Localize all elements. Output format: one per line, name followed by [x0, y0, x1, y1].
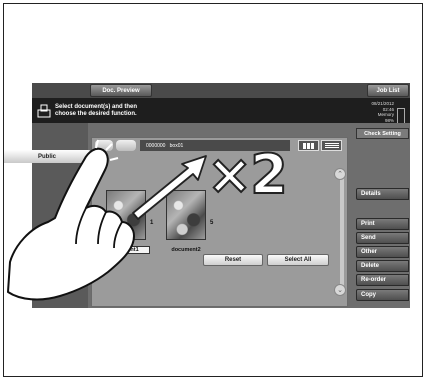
- folder-chip-icon[interactable]: [95, 140, 113, 151]
- status-readout: 08/21/2012 02:46 Memory 98%: [371, 101, 394, 123]
- instruction-line-2: choose the desired function.: [55, 111, 137, 117]
- reset-button[interactable]: Reset: [203, 254, 263, 266]
- scroll-down-icon[interactable]: ⌄: [334, 284, 346, 296]
- thumbnail-view-button[interactable]: [298, 140, 319, 151]
- reorder-button[interactable]: Re-order: [356, 274, 409, 286]
- details-button[interactable]: Details: [356, 188, 409, 200]
- page-count: 5: [210, 220, 214, 226]
- document-thumbnail[interactable]: [106, 190, 146, 240]
- folder-chip-icon[interactable]: [116, 140, 136, 151]
- select-all-button[interactable]: Select All: [267, 254, 329, 266]
- other-button[interactable]: Other: [356, 246, 409, 258]
- path-box: box01: [169, 142, 184, 149]
- print-button[interactable]: Print: [356, 218, 409, 230]
- status-date: 08/21/2012: [371, 101, 394, 106]
- top-bar: Doc. Preview Job List: [32, 83, 410, 98]
- delete-button[interactable]: Delete: [356, 260, 409, 272]
- message-bar: Select document(s) and then choose the d…: [32, 98, 410, 124]
- send-button[interactable]: Send: [356, 232, 409, 244]
- toner-meter-icon: [397, 108, 405, 124]
- grid-view-icon: [303, 143, 315, 149]
- check-setting-button[interactable]: Check Setting: [356, 128, 409, 139]
- instruction-line-1: Select document(s) and then: [55, 104, 138, 110]
- page-count: 1: [150, 220, 154, 226]
- list-view-icon: [325, 143, 339, 149]
- document-label[interactable]: document1: [98, 246, 150, 254]
- doc-preview-tab[interactable]: Doc. Preview: [90, 84, 152, 97]
- job-list-tab[interactable]: Job List: [367, 84, 409, 97]
- list-view-button[interactable]: [321, 140, 342, 151]
- copy-button[interactable]: Copy: [356, 289, 409, 301]
- path-prefix: 0000000: [146, 142, 166, 149]
- instruction-text: Select document(s) and then choose the d…: [55, 104, 137, 118]
- document-label[interactable]: document2: [160, 246, 212, 254]
- public-tab[interactable]: Public: [4, 150, 92, 163]
- document-icon: [37, 104, 51, 118]
- document-thumbnail[interactable]: [166, 190, 206, 240]
- double-tap-label: ×2: [206, 143, 289, 206]
- scrollbar[interactable]: [340, 173, 344, 286]
- scroll-up-icon[interactable]: ⌃: [334, 168, 346, 180]
